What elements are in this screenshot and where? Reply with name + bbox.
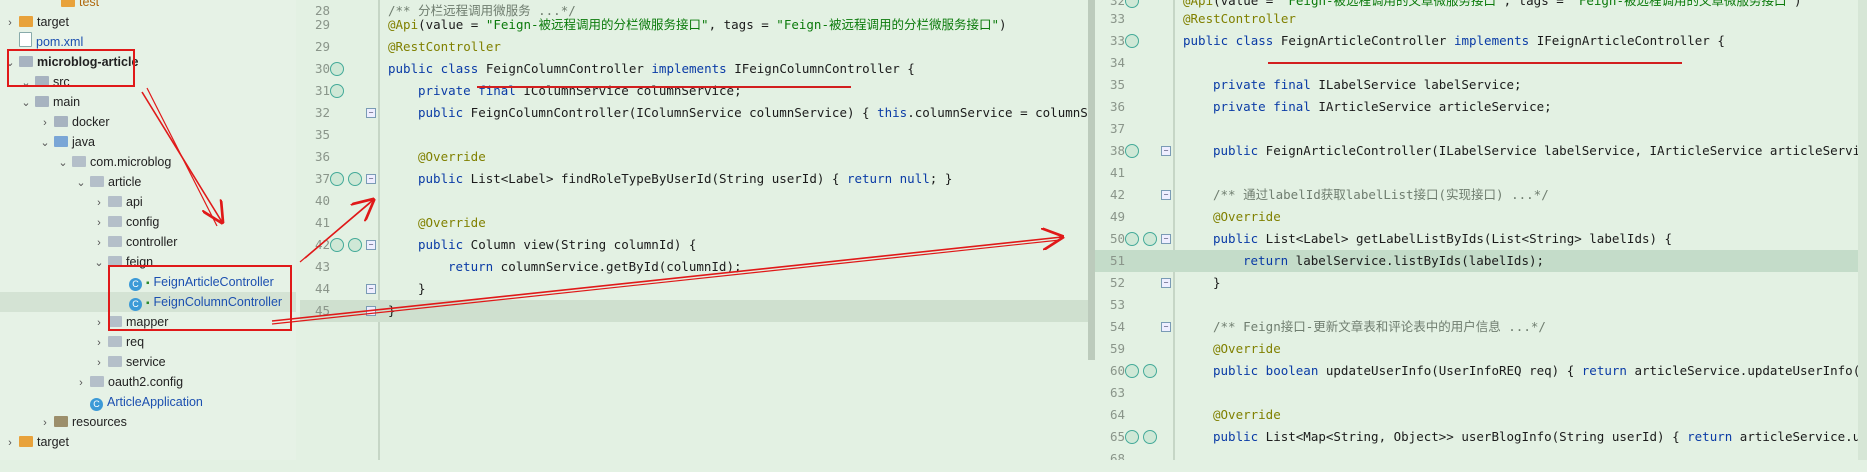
annotation-arrows xyxy=(141,87,1867,325)
